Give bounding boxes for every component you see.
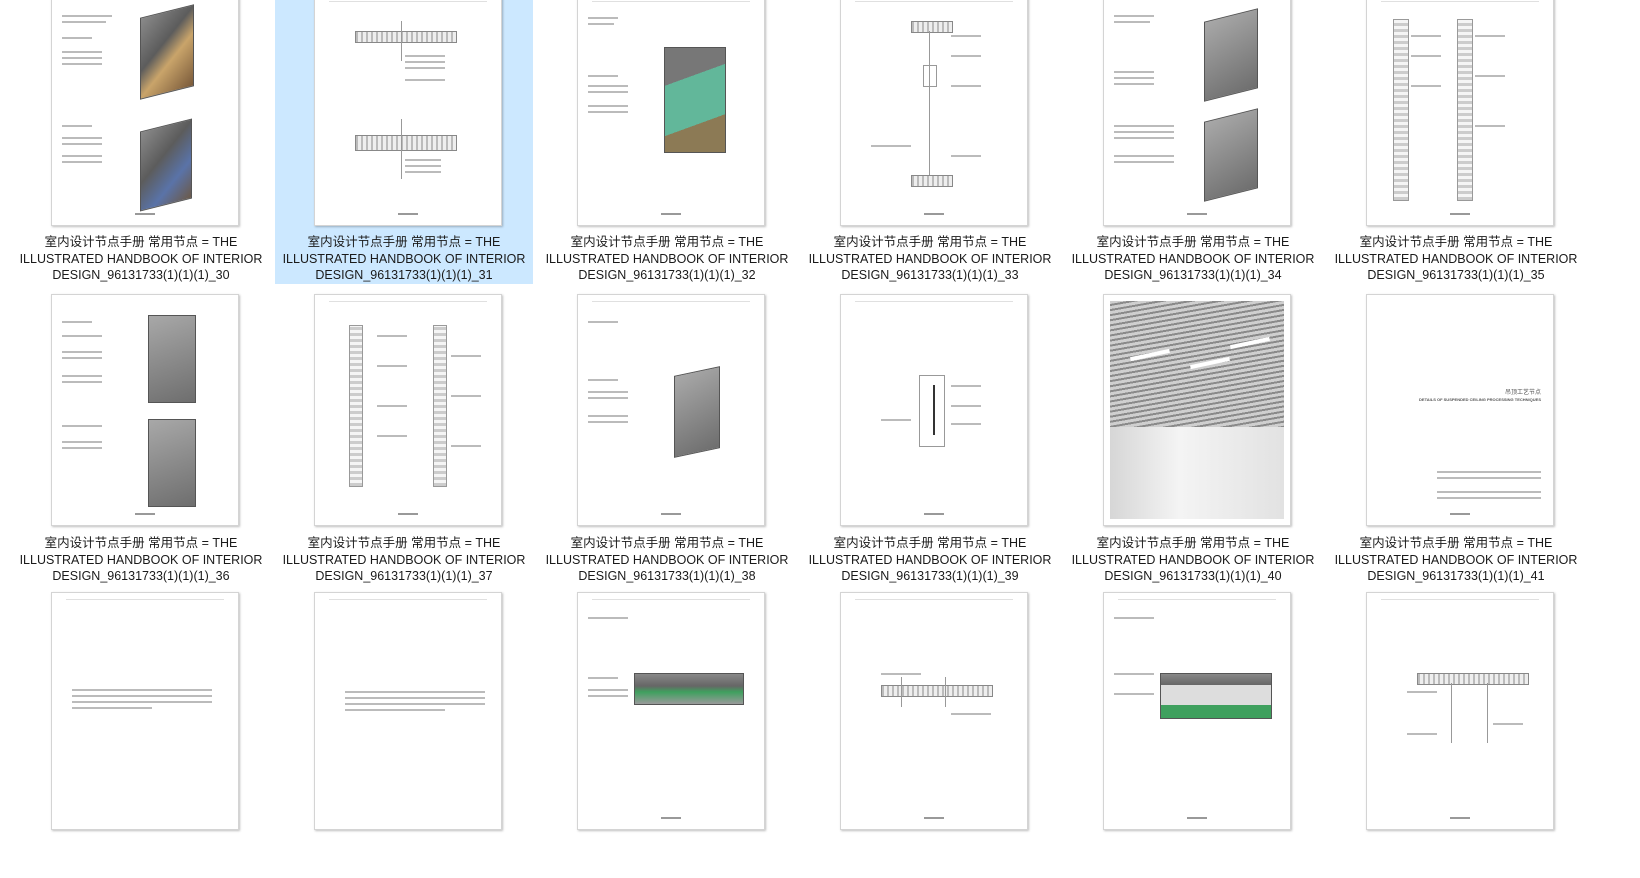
thumbnail-image [1103, 592, 1291, 830]
file-item-36[interactable]: 室内设计节点手册 常用节点 = THE ILLUSTRATED HANDBOOK… [12, 290, 270, 583]
file-item-43[interactable] [275, 588, 533, 878]
thumbnail-image [314, 0, 502, 226]
thumbnail-image [840, 294, 1028, 526]
thumbnail-grid: 室内设计节点手册 常用节点 = THE ILLUSTRATED HANDBOOK… [0, 0, 1640, 866]
thumbnail-image [577, 0, 765, 226]
file-item-33[interactable]: 室内设计节点手册 常用节点 = THE ILLUSTRATED HANDBOOK… [801, 0, 1059, 284]
thumbnail-image: 吊顶工艺节点 DETAILS OF SUSPENDED CEILING PROC… [1366, 294, 1554, 526]
file-name: 室内设计节点手册 常用节点 = THE ILLUSTRATED HANDBOOK… [282, 235, 526, 282]
file-name: 室内设计节点手册 常用节点 = THE ILLUSTRATED HANDBOOK… [545, 235, 789, 282]
file-name: 室内设计节点手册 常用节点 = THE ILLUSTRATED HANDBOOK… [282, 536, 526, 583]
file-item-35[interactable]: 室内设计节点手册 常用节点 = THE ILLUSTRATED HANDBOOK… [1327, 0, 1585, 284]
chapter-title: 吊顶工艺节点 [1504, 390, 1541, 396]
file-item-44[interactable] [538, 588, 796, 878]
thumbnail-image [840, 592, 1028, 830]
thumbnail-image [1103, 294, 1291, 526]
file-item-31[interactable]: 室内设计节点手册 常用节点 = THE ILLUSTRATED HANDBOOK… [275, 0, 533, 284]
thumbnail-image [51, 592, 239, 830]
thumbnail-image [314, 592, 502, 830]
file-name: 室内设计节点手册 常用节点 = THE ILLUSTRATED HANDBOOK… [1071, 536, 1315, 583]
thumbnail-image [314, 294, 502, 526]
file-item-42[interactable] [12, 588, 270, 878]
thumbnail-image [1366, 592, 1554, 830]
thumbnail-image [1103, 0, 1291, 226]
file-item-47[interactable] [1327, 588, 1585, 878]
file-item-46[interactable] [1064, 588, 1322, 878]
file-item-37[interactable]: 室内设计节点手册 常用节点 = THE ILLUSTRATED HANDBOOK… [275, 290, 533, 583]
file-item-45[interactable] [801, 588, 1059, 878]
file-name: 室内设计节点手册 常用节点 = THE ILLUSTRATED HANDBOOK… [19, 536, 263, 583]
file-item-32[interactable]: 室内设计节点手册 常用节点 = THE ILLUSTRATED HANDBOOK… [538, 0, 796, 284]
file-item-41[interactable]: 吊顶工艺节点 DETAILS OF SUSPENDED CEILING PROC… [1327, 290, 1585, 583]
file-name: 室内设计节点手册 常用节点 = THE ILLUSTRATED HANDBOOK… [808, 536, 1052, 583]
chapter-subtitle: DETAILS OF SUSPENDED CEILING PROCESSING … [1419, 397, 1541, 402]
thumbnail-image [1366, 0, 1554, 226]
file-item-30[interactable]: 室内设计节点手册 常用节点 = THE ILLUSTRATED HANDBOOK… [12, 0, 270, 284]
file-name: 室内设计节点手册 常用节点 = THE ILLUSTRATED HANDBOOK… [1334, 235, 1578, 282]
thumbnail-image [577, 592, 765, 830]
file-item-34[interactable]: 室内设计节点手册 常用节点 = THE ILLUSTRATED HANDBOOK… [1064, 0, 1322, 284]
thumbnail-image [51, 294, 239, 526]
file-name: 室内设计节点手册 常用节点 = THE ILLUSTRATED HANDBOOK… [1071, 235, 1315, 282]
file-item-39[interactable]: 室内设计节点手册 常用节点 = THE ILLUSTRATED HANDBOOK… [801, 290, 1059, 583]
file-name: 室内设计节点手册 常用节点 = THE ILLUSTRATED HANDBOOK… [1334, 536, 1578, 583]
file-item-38[interactable]: 室内设计节点手册 常用节点 = THE ILLUSTRATED HANDBOOK… [538, 290, 796, 583]
file-name: 室内设计节点手册 常用节点 = THE ILLUSTRATED HANDBOOK… [545, 536, 789, 583]
file-item-40[interactable]: 室内设计节点手册 常用节点 = THE ILLUSTRATED HANDBOOK… [1064, 290, 1322, 583]
file-name: 室内设计节点手册 常用节点 = THE ILLUSTRATED HANDBOOK… [19, 235, 263, 282]
thumbnail-image [51, 0, 239, 226]
thumbnail-image [577, 294, 765, 526]
thumbnail-image [840, 0, 1028, 226]
file-name: 室内设计节点手册 常用节点 = THE ILLUSTRATED HANDBOOK… [808, 235, 1052, 282]
